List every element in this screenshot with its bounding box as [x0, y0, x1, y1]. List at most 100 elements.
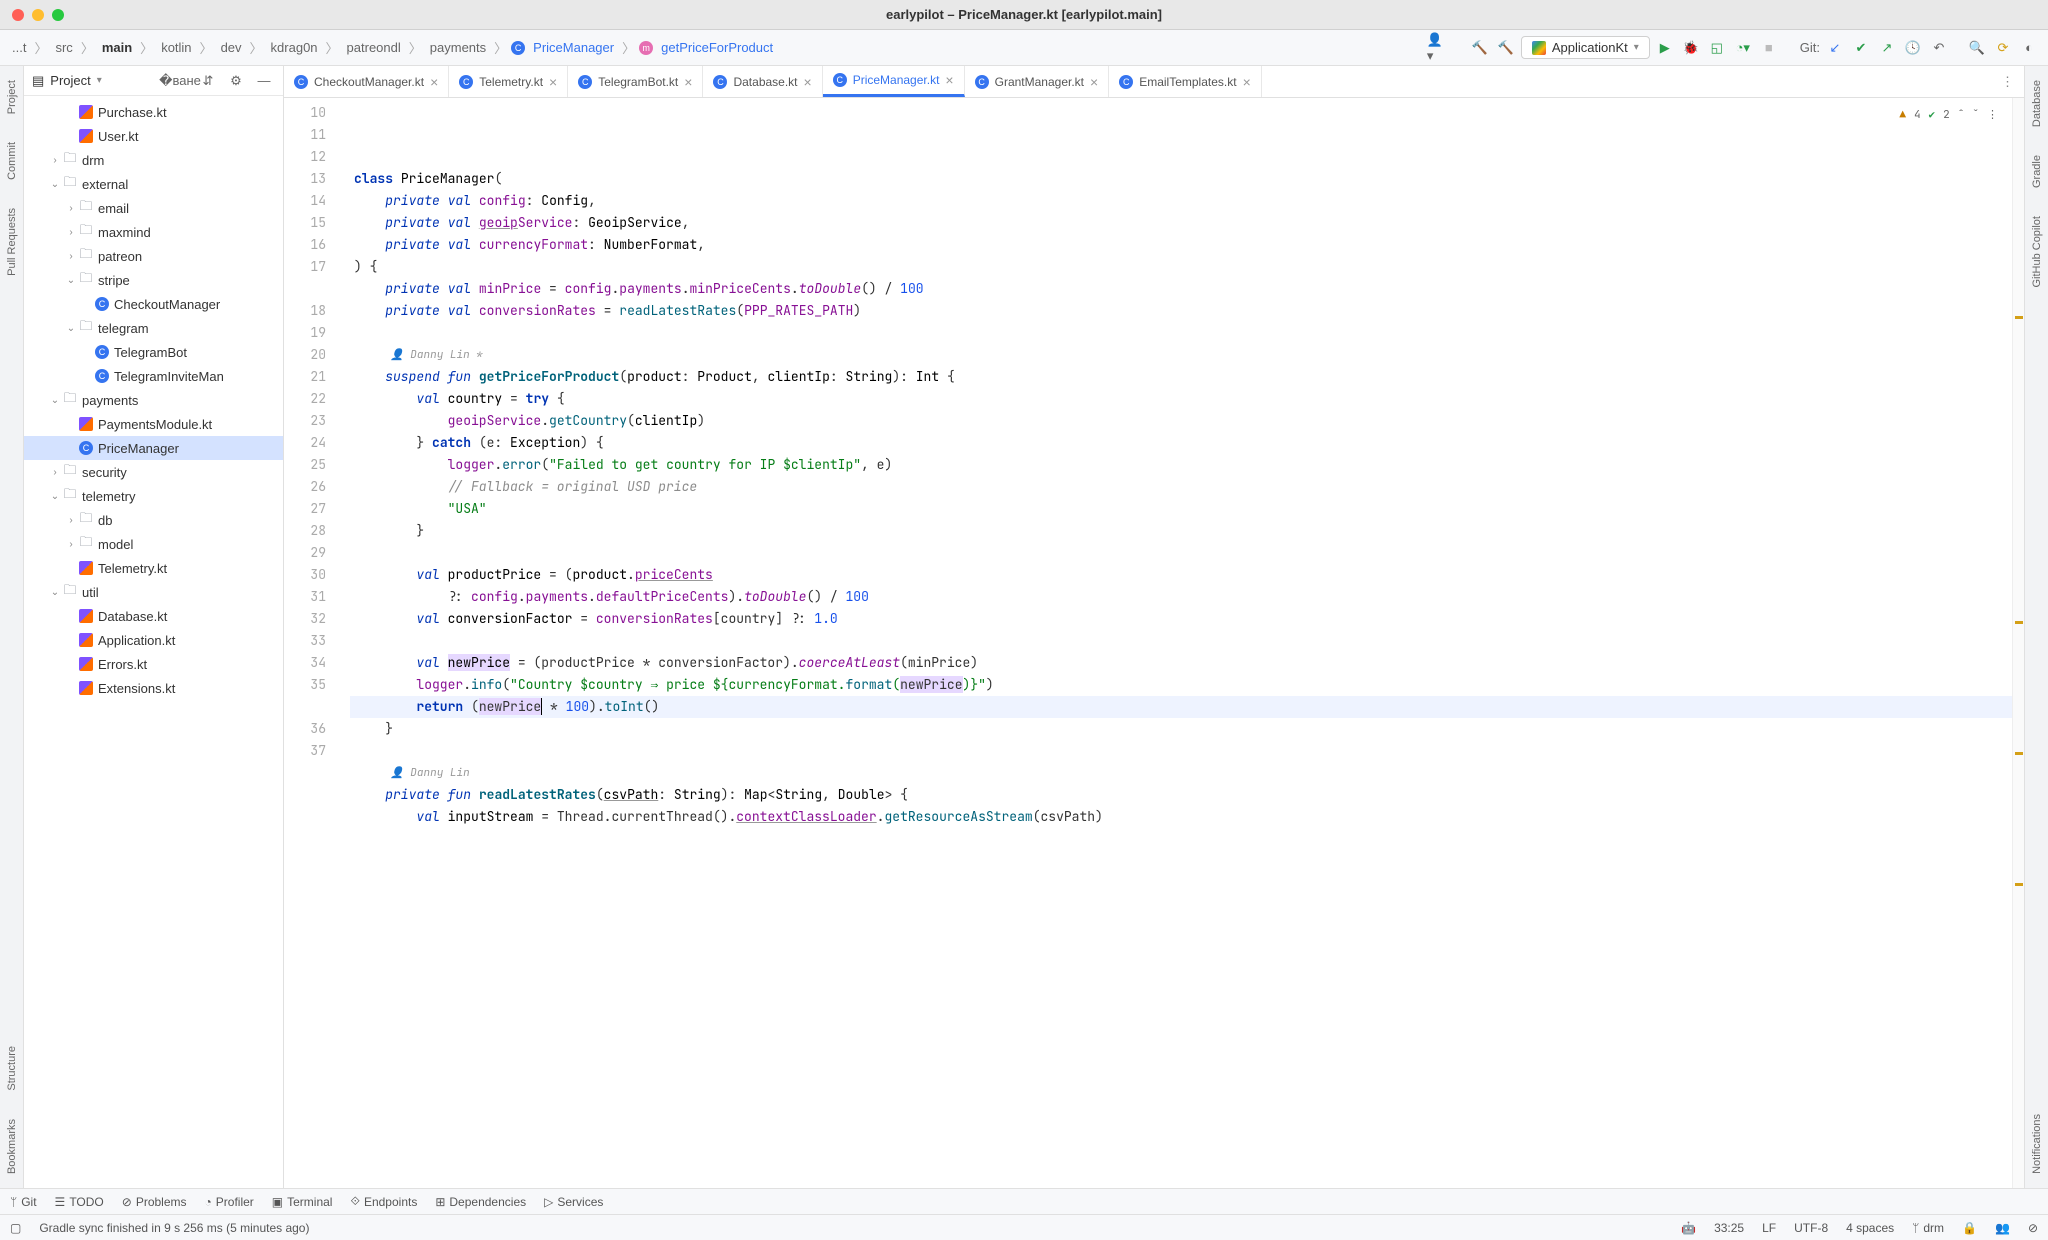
author-annotation[interactable]: 👤 Danny Lin *: [350, 344, 2012, 366]
build-icon[interactable]: 🔨: [1495, 37, 1517, 59]
dropdown-icon[interactable]: ▾: [97, 75, 102, 86]
status-tool-windows-icon[interactable]: ▢: [10, 1221, 21, 1235]
tree-item[interactable]: Application.kt: [24, 628, 283, 652]
chevron-icon[interactable]: ›: [64, 539, 78, 550]
fold-gutter[interactable]: [334, 98, 350, 1188]
code-line[interactable]: suspend fun getPriceForProduct(product: …: [350, 366, 2012, 388]
rail-notifications[interactable]: Notifications: [2029, 1108, 2045, 1180]
inspections-widget[interactable]: ▲4 ✔2 ˆ ˇ ⋮: [1899, 104, 1998, 126]
code-line[interactable]: "USA": [350, 498, 2012, 520]
tree-item[interactable]: Purchase.kt: [24, 100, 283, 124]
tool-profiler[interactable]: ◔ Profiler: [205, 1195, 254, 1209]
run-icon[interactable]: ▶: [1654, 37, 1676, 59]
editor-tab[interactable]: CGrantManager.kt×: [965, 66, 1110, 97]
tree-item[interactable]: CTelegramInviteMan: [24, 364, 283, 388]
breadcrumb-item[interactable]: ...t: [8, 38, 30, 57]
close-tab-icon[interactable]: ×: [804, 74, 812, 90]
rail-project[interactable]: Project: [4, 74, 20, 120]
git-update-icon[interactable]: ↙: [1824, 37, 1846, 59]
code-line[interactable]: ?: config.payments.defaultPriceCents).to…: [350, 586, 2012, 608]
code-line[interactable]: [350, 630, 2012, 652]
editor-tab[interactable]: CTelemetry.kt×: [449, 66, 568, 97]
tool-problems[interactable]: ⊘ Problems: [122, 1195, 187, 1209]
gear-icon[interactable]: ⚙: [225, 70, 247, 92]
code-editor[interactable]: 1011121314151617181920212223242526272829…: [284, 98, 2024, 1188]
code-line[interactable]: [350, 542, 2012, 564]
tool-terminal[interactable]: ▣ Terminal: [272, 1195, 333, 1209]
code-line[interactable]: private val currencyFormat: NumberFormat…: [350, 234, 2012, 256]
code-line[interactable]: logger.error("Failed to get country for …: [350, 454, 2012, 476]
rail-copilot[interactable]: GitHub Copilot: [2029, 210, 2045, 294]
sync-icon[interactable]: ⟳: [1992, 37, 2014, 59]
code-line[interactable]: }: [350, 520, 2012, 542]
close-tab-icon[interactable]: ×: [430, 74, 438, 90]
breadcrumb-item[interactable]: main: [98, 38, 136, 57]
line-separator[interactable]: LF: [1762, 1221, 1776, 1235]
more-icon[interactable]: ⋮: [1987, 104, 1998, 126]
code-line[interactable]: val conversionFactor = conversionRates[c…: [350, 608, 2012, 630]
close-tab-icon[interactable]: ×: [945, 72, 953, 88]
code-line[interactable]: private val geoipService: GeoipService,: [350, 212, 2012, 234]
author-annotation[interactable]: 👤 Danny Lin: [350, 762, 2012, 784]
tree-item[interactable]: ⌄🗀stripe: [24, 268, 283, 292]
search-icon[interactable]: 🔍: [1966, 37, 1988, 59]
run-config-selector[interactable]: ApplicationKt ▾: [1521, 36, 1650, 59]
code-line[interactable]: private val minPrice = config.payments.m…: [350, 278, 2012, 300]
tree-item[interactable]: User.kt: [24, 124, 283, 148]
tool-todo[interactable]: ☰ TODO: [55, 1195, 104, 1209]
rail-gradle[interactable]: Gradle: [2029, 149, 2045, 194]
coverage-icon[interactable]: ◱: [1706, 37, 1728, 59]
git-commit-icon[interactable]: ✔: [1850, 37, 1872, 59]
lock-icon[interactable]: 🔒: [1962, 1221, 1977, 1235]
more-tabs-icon[interactable]: ⋮: [1991, 66, 2024, 97]
git-push-icon[interactable]: ↗: [1876, 37, 1898, 59]
close-tab-icon[interactable]: ×: [1243, 74, 1251, 90]
tool-git[interactable]: ᛘ Git: [10, 1195, 37, 1209]
tree-item[interactable]: ⌄🗀telemetry: [24, 484, 283, 508]
breadcrumb-item[interactable]: kdrag0n: [267, 38, 322, 57]
expand-all-icon[interactable]: ⇵: [197, 70, 219, 92]
project-tree[interactable]: Purchase.ktUser.kt›🗀drm⌄🗀external›🗀email…: [24, 96, 283, 1188]
prev-highlight-icon[interactable]: ˆ: [1958, 104, 1965, 126]
rail-database[interactable]: Database: [2029, 74, 2045, 133]
code-line[interactable]: }: [350, 718, 2012, 740]
tool-dependencies[interactable]: ⊞ Dependencies: [435, 1195, 526, 1209]
tree-item[interactable]: ›🗀model: [24, 532, 283, 556]
copilot-status-icon[interactable]: 🤖: [1681, 1221, 1696, 1235]
code-line[interactable]: private val config: Config,: [350, 190, 2012, 212]
close-tab-icon[interactable]: ×: [684, 74, 692, 90]
code-line[interactable]: val inputStream = Thread.currentThread()…: [350, 806, 2012, 828]
tree-item[interactable]: Errors.kt: [24, 652, 283, 676]
tree-item[interactable]: ›🗀patreon: [24, 244, 283, 268]
rail-bookmarks[interactable]: Bookmarks: [4, 1113, 20, 1180]
code-line[interactable]: return (newPrice * 100).toInt(): [350, 696, 2012, 718]
shield-icon[interactable]: ⊘: [2028, 1221, 2038, 1235]
rail-commit[interactable]: Commit: [4, 136, 20, 186]
editor-tab[interactable]: CEmailTemplates.kt×: [1109, 66, 1262, 97]
rail-structure[interactable]: Structure: [4, 1040, 20, 1097]
file-encoding[interactable]: UTF-8: [1794, 1221, 1828, 1235]
code-line[interactable]: val productPrice = (product.priceCents: [350, 564, 2012, 586]
profile-icon[interactable]: ◔▾: [1732, 37, 1754, 59]
rail-pull-requests[interactable]: Pull Requests: [4, 202, 20, 282]
breadcrumb-item[interactable]: kotlin: [157, 38, 195, 57]
code-line[interactable]: // Fallback = original USD price: [350, 476, 2012, 498]
tree-item[interactable]: ⌄🗀util: [24, 580, 283, 604]
code-line[interactable]: geoipService.getCountry(clientIp): [350, 410, 2012, 432]
tree-item[interactable]: ⌄🗀payments: [24, 388, 283, 412]
tree-item[interactable]: ›🗀email: [24, 196, 283, 220]
code-line[interactable]: [350, 322, 2012, 344]
tree-item[interactable]: ⌄🗀external: [24, 172, 283, 196]
tree-item[interactable]: Extensions.kt: [24, 676, 283, 700]
chevron-icon[interactable]: ⌄: [64, 275, 78, 286]
git-branch[interactable]: ᛘ drm: [1912, 1221, 1944, 1235]
hammer-icon[interactable]: 🔨: [1469, 37, 1491, 59]
tree-item[interactable]: ›🗀security: [24, 460, 283, 484]
code-line[interactable]: private fun readLatestRates(csvPath: Str…: [350, 784, 2012, 806]
editor-tab[interactable]: CPriceManager.kt×: [823, 66, 965, 97]
caret-position[interactable]: 33:25: [1714, 1221, 1744, 1235]
code-line[interactable]: private val conversionRates = readLatest…: [350, 300, 2012, 322]
chevron-icon[interactable]: ⌄: [64, 323, 78, 334]
tree-item[interactable]: Database.kt: [24, 604, 283, 628]
tree-item[interactable]: CTelegramBot: [24, 340, 283, 364]
